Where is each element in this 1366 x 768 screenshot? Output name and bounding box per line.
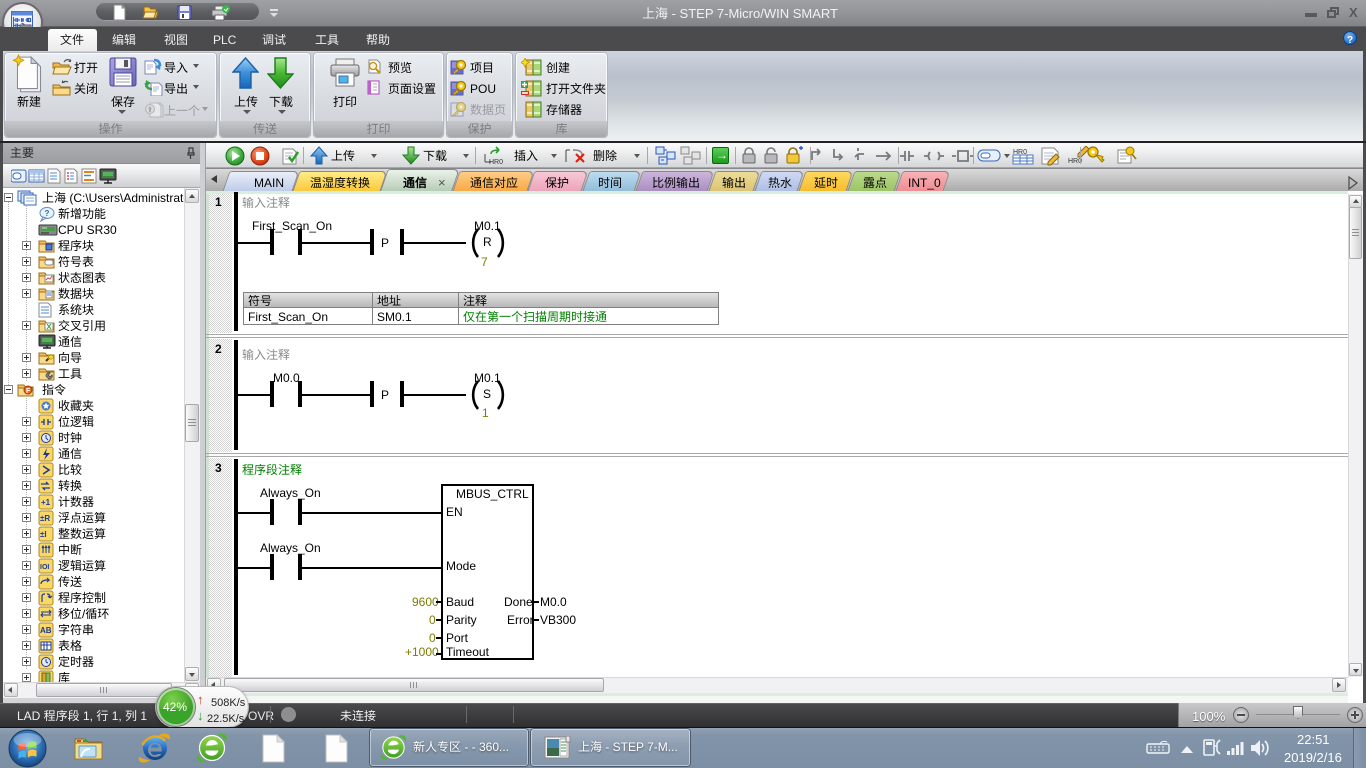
svg-text:±R: ±R [40, 513, 50, 524]
svg-text:?: ? [45, 208, 50, 219]
svg-text:AB: AB [40, 625, 52, 636]
svg-text:IOI: IOI [40, 562, 49, 572]
svg-text:+1: +1 [41, 497, 51, 508]
svg-text:HR0: HR0 [489, 157, 503, 166]
svg-text:±I: ±I [40, 529, 47, 540]
svg-text:F: F [26, 386, 31, 396]
